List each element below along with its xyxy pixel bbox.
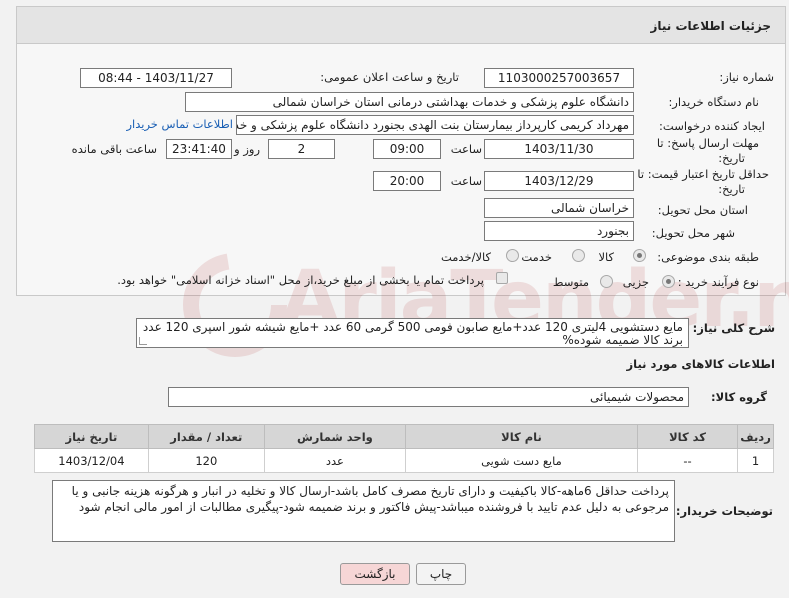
province-field[interactable]: خراسان شمالی <box>484 198 634 218</box>
resize-grip-icon[interactable] <box>139 337 147 345</box>
back-button[interactable]: بازگشت <box>340 563 410 585</box>
process-radio-medium[interactable] <box>600 275 613 288</box>
summary-textarea[interactable]: مایع دستشویی 4لیتری 120 عدد+مایع صابون ف… <box>136 318 689 348</box>
treasury-payment-checkbox[interactable] <box>496 272 508 284</box>
goods-group-label: گروه کالا: <box>711 390 767 404</box>
need-number-label: شماره نیاز: <box>719 70 774 84</box>
need-number-field[interactable]: 1103000257003657 <box>484 68 634 88</box>
category-option-goods-service: کالا/خدمت <box>440 250 491 264</box>
creator-label: ایجاد کننده درخواست: <box>659 119 765 133</box>
print-button[interactable]: چاپ <box>416 563 466 585</box>
col-code: کد کالا <box>636 424 739 449</box>
cell-code: -- <box>636 448 739 473</box>
buyer-contact-link[interactable]: اطلاعات تماس خریدار <box>126 117 233 131</box>
remaining-days-field[interactable]: 2 <box>268 139 335 159</box>
validity-label: حداقل تاریخ اعتبار قیمت: تا <box>637 167 769 181</box>
reply-time-label: ساعت <box>450 142 482 156</box>
goods-group-field[interactable]: محصولات شیمیائی <box>168 387 689 407</box>
validity-time-field[interactable]: 20:00 <box>373 171 441 191</box>
category-radio-goods[interactable] <box>633 249 646 262</box>
process-option-minor: جزیی <box>622 275 649 289</box>
category-radio-service[interactable] <box>572 249 585 262</box>
remaining-time-field[interactable]: 23:41:40 <box>166 139 232 159</box>
reply-time-field[interactable]: 09:00 <box>373 139 441 159</box>
city-label: شهر محل تحویل: <box>651 226 735 240</box>
category-option-service: خدمت <box>521 250 552 264</box>
buyer-notes-textarea[interactable]: پرداخت حداقل 6ماهه-کالا باکیفیت و دارای … <box>52 480 675 542</box>
goods-table: ردیف کد کالا نام کالا واحد شمارش تعداد /… <box>34 424 774 473</box>
cell-date: 1403/12/04 <box>34 448 149 473</box>
buyer-org-label: نام دستگاه خریدار: <box>668 95 759 109</box>
remaining-label: ساعت باقی مانده <box>71 142 157 156</box>
table-row[interactable]: 1 -- مایع دست شویی عدد 120 1403/12/04 <box>34 448 774 473</box>
col-name: نام کالا <box>404 424 639 449</box>
category-label: طبقه بندی موضوعی: <box>657 250 759 264</box>
announce-label: تاریخ و ساعت اعلان عمومی: <box>320 70 459 84</box>
cell-name: مایع دست شویی <box>404 448 639 473</box>
cell-unit: عدد <box>263 448 406 473</box>
buyer-notes-text: پرداخت حداقل 6ماهه-کالا باکیفیت و دارای … <box>71 484 669 514</box>
reply-deadline-label: مهلت ارسال پاسخ: تا <box>656 136 759 150</box>
announce-datetime-field[interactable]: 1403/11/27 - 08:44 <box>80 68 232 88</box>
creator-field[interactable]: مهرداد کریمی کارپرداز بیمارستان بنت الهد… <box>236 115 634 135</box>
summary-text: مایع دستشویی 4لیتری 120 عدد+مایع صابون ف… <box>142 320 683 347</box>
col-qty: تعداد / مقدار <box>147 424 265 449</box>
cell-index: 1 <box>737 448 774 473</box>
province-label: استان محل تحویل: <box>657 203 748 217</box>
col-index: ردیف <box>737 424 774 449</box>
city-field[interactable]: بجنورد <box>484 221 634 241</box>
validity-date-field[interactable]: 1403/12/29 <box>484 171 634 191</box>
category-option-goods: کالا <box>598 250 614 264</box>
process-option-medium: متوسط <box>552 275 589 289</box>
cell-qty: 120 <box>147 448 265 473</box>
reply-deadline-label-date: تاریخ: <box>718 151 745 165</box>
panel-title: جزئیات اطلاعات نیاز <box>650 19 771 33</box>
process-radio-minor[interactable] <box>662 275 675 288</box>
validity-time-label: ساعت <box>450 174 482 188</box>
days-label: روز و <box>234 142 260 156</box>
col-date: تاریخ نیاز <box>34 424 149 449</box>
goods-section-title: اطلاعات کالاهای مورد نیاز <box>626 357 775 371</box>
buyer-notes-label: توضیحات خریدار: <box>675 504 773 518</box>
validity-label-date: تاریخ: <box>718 182 745 196</box>
panel-header: جزئیات اطلاعات نیاز <box>17 7 785 44</box>
summary-label: شرح کلی نیاز: <box>692 321 775 335</box>
reply-date-field[interactable]: 1403/11/30 <box>484 139 634 159</box>
goods-table-header: ردیف کد کالا نام کالا واحد شمارش تعداد /… <box>34 424 774 449</box>
buyer-org-field[interactable]: دانشگاه علوم پزشکی و خدمات بهداشتی درمان… <box>185 92 634 112</box>
treasury-payment-note: پرداخت تمام یا بخشی از مبلغ خرید،از محل … <box>117 273 484 287</box>
category-radio-goods-service[interactable] <box>506 249 519 262</box>
col-unit: واحد شمارش <box>263 424 406 449</box>
process-label: نوع فرآیند خرید : <box>677 275 759 289</box>
